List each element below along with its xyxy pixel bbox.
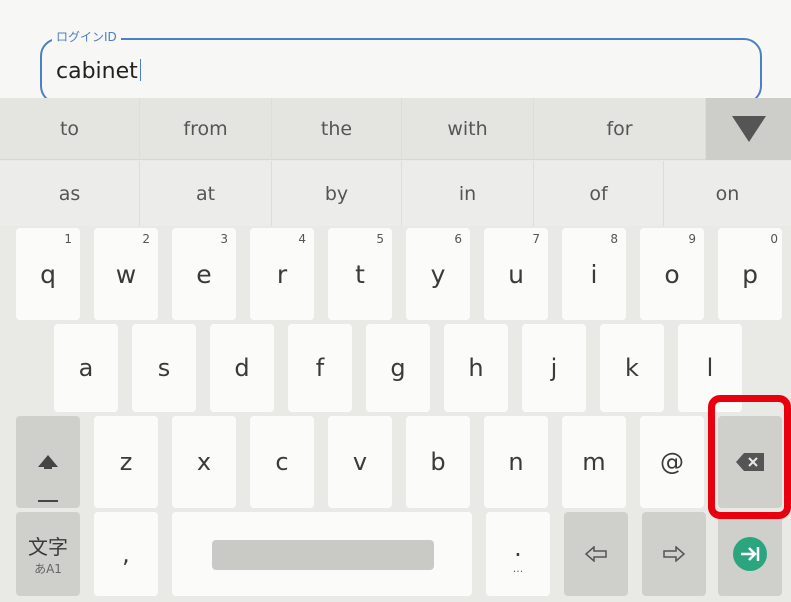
keyboard-screen: ログインID cabinet to from the with for as a… — [0, 0, 791, 602]
key-p[interactable]: p0 — [718, 228, 782, 320]
key-number-hint: 7 — [532, 232, 540, 246]
suggestion-item[interactable]: from — [140, 98, 272, 160]
key-number-hint: 9 — [688, 232, 696, 246]
key-f[interactable]: f — [288, 324, 352, 412]
key-r[interactable]: r4 — [250, 228, 314, 320]
backspace-highlight-annotation — [708, 395, 791, 519]
login-id-value[interactable]: cabinet — [56, 58, 141, 86]
suggestion-item[interactable]: by — [272, 161, 402, 226]
key-v[interactable]: v — [328, 416, 392, 508]
shift-key[interactable] — [16, 416, 80, 508]
key-u[interactable]: u7 — [484, 228, 548, 320]
cursor-right-key[interactable] — [642, 512, 706, 596]
key-k[interactable]: k — [600, 324, 664, 412]
key-w[interactable]: w2 — [94, 228, 158, 320]
key-t[interactable]: t5 — [328, 228, 392, 320]
language-switch-key[interactable]: 文字 あA1 — [16, 512, 80, 596]
period-label: . — [514, 533, 522, 562]
shift-indicator — [38, 500, 58, 502]
key-number-hint: 0 — [770, 232, 778, 246]
cursor-left-key[interactable] — [564, 512, 628, 596]
key-m[interactable]: m — [562, 416, 626, 508]
login-id-field[interactable] — [40, 38, 762, 104]
suggestion-item[interactable]: at — [140, 161, 272, 226]
suggestion-item[interactable]: to — [0, 98, 140, 160]
key-h[interactable]: h — [444, 324, 508, 412]
suggestion-item[interactable]: in — [402, 161, 534, 226]
suggestion-item[interactable]: on — [664, 161, 791, 226]
suggestion-item[interactable]: the — [272, 98, 402, 160]
suggestion-item[interactable]: for — [534, 98, 706, 160]
comma-key[interactable]: , — [94, 512, 158, 596]
key-g[interactable]: g — [366, 324, 430, 412]
key-y[interactable]: y6 — [406, 228, 470, 320]
triangle-down-icon — [731, 116, 766, 142]
key-z[interactable]: z — [94, 416, 158, 508]
key-d[interactable]: d — [210, 324, 274, 412]
enter-key[interactable] — [718, 512, 782, 596]
period-key[interactable]: . ... — [486, 512, 550, 596]
key-number-hint: 2 — [142, 232, 150, 246]
key-s[interactable]: s — [132, 324, 196, 412]
key-number-hint: 5 — [376, 232, 384, 246]
arrow-left-icon — [585, 546, 607, 562]
language-sublabel: あA1 — [34, 562, 62, 576]
key-number-hint: 6 — [454, 232, 462, 246]
language-label: 文字 — [28, 535, 68, 559]
key-e[interactable]: e3 — [172, 228, 236, 320]
key-a[interactable]: a — [54, 324, 118, 412]
space-bar-indicator — [212, 540, 434, 570]
key-number-hint: 3 — [220, 232, 228, 246]
suggestion-item[interactable]: with — [402, 98, 534, 160]
key-c[interactable]: c — [250, 416, 314, 508]
text-caret — [139, 59, 141, 81]
key-number-hint: 1 — [64, 232, 72, 246]
key-x[interactable]: x — [172, 416, 236, 508]
suggestion-item[interactable]: as — [0, 161, 140, 226]
key-at[interactable]: @ — [640, 416, 704, 508]
arrow-right-icon — [663, 546, 685, 562]
suggestion-item[interactable]: of — [534, 161, 664, 226]
key-i[interactable]: i8 — [562, 228, 626, 320]
key-o[interactable]: o9 — [640, 228, 704, 320]
login-id-label: ログインID — [52, 30, 121, 44]
key-j[interactable]: j — [522, 324, 586, 412]
key-b[interactable]: b — [406, 416, 470, 508]
enter-next-icon — [733, 537, 767, 571]
key-number-hint: 4 — [298, 232, 306, 246]
key-number-hint: 8 — [610, 232, 618, 246]
period-sublabel: ... — [512, 561, 524, 575]
key-n[interactable]: n — [484, 416, 548, 508]
shift-arrow-icon — [38, 455, 58, 469]
expand-suggestions-button[interactable] — [706, 98, 791, 160]
key-q[interactable]: q1 — [16, 228, 80, 320]
